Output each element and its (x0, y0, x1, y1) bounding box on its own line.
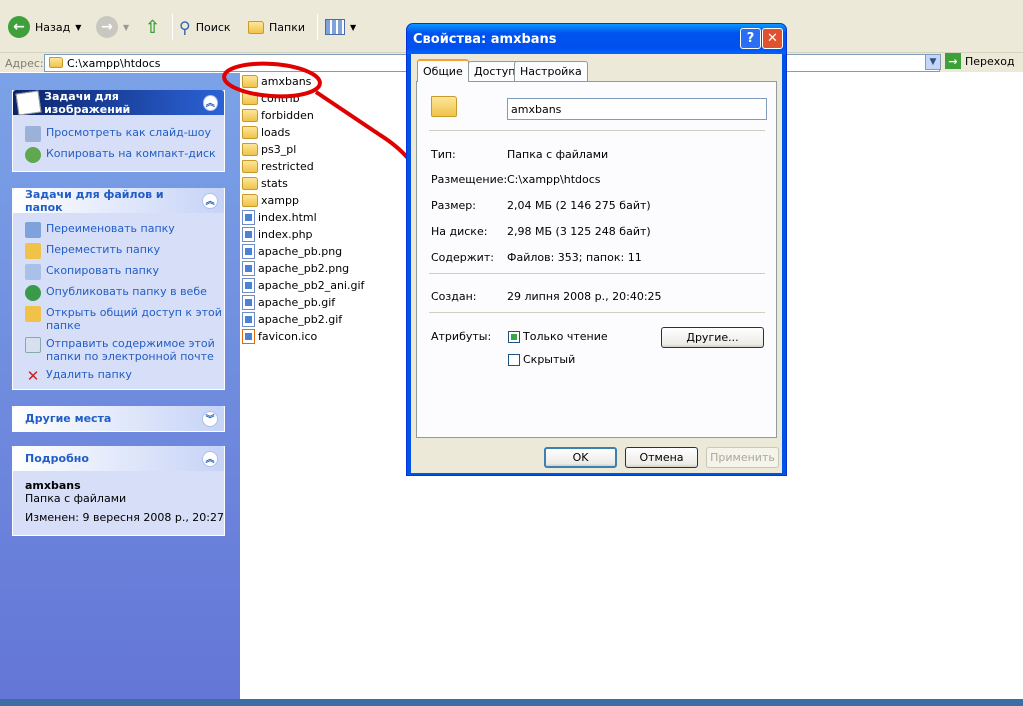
contains-label: Содержит: (431, 251, 494, 264)
size-value: 2,04 МБ (2 146 275 байт) (507, 199, 651, 212)
tab-general-label: Общие (423, 65, 463, 78)
tab-customize[interactable]: Настройка (514, 61, 588, 81)
attributes-label: Атрибуты: (431, 330, 492, 343)
readonly-checkbox[interactable] (508, 331, 520, 343)
close-icon[interactable]: ✕ (762, 28, 783, 49)
tab-customize-label: Настройка (520, 65, 582, 78)
dialog-title: Свойства: amxbans (413, 32, 557, 47)
advanced-button[interactable]: Другие... (661, 327, 764, 348)
hidden-label: Скрытый (523, 353, 576, 366)
help-icon[interactable]: ? (740, 28, 761, 49)
annotation-circle-folder (222, 61, 322, 99)
created-label: Создан: (431, 290, 477, 303)
divider (429, 130, 765, 131)
tab-sharing-label: Доступ (474, 65, 516, 78)
disk-label: На диске: (431, 225, 488, 238)
properties-dialog: Свойства: amxbans ? ✕ Общие Доступ Настр… (406, 23, 787, 476)
apply-label: Применить (710, 451, 775, 464)
type-label: Тип: (431, 148, 456, 161)
created-value: 29 липня 2008 р., 20:40:25 (507, 290, 662, 303)
size-label: Размер: (431, 199, 476, 212)
dialog-titlebar[interactable]: Свойства: amxbans (407, 24, 786, 54)
ok-label: OK (572, 451, 589, 464)
location-label: Размещение: (431, 173, 508, 186)
tab-general[interactable]: Общие (417, 59, 469, 82)
dialog-body: Общие Доступ Настройка Тип: Папка с файл… (411, 54, 782, 473)
apply-button[interactable]: Применить (706, 447, 779, 468)
readonly-label: Только чтение (523, 330, 608, 343)
folder-name-input[interactable] (507, 98, 767, 120)
explorer-window: ← Назад ▼ → ▼ ⇧ ⚲ Поиск Папки ▼ Адрес: C… (0, 0, 1023, 706)
divider (429, 273, 765, 274)
hidden-checkbox[interactable] (508, 354, 520, 366)
general-page: Тип: Папка с файлами Размещение: C:\xamp… (416, 81, 777, 438)
divider (429, 312, 765, 313)
location-value: C:\xampp\htdocs (507, 173, 601, 186)
ok-button[interactable]: OK (544, 447, 617, 468)
folder-icon (431, 96, 457, 117)
type-value: Папка с файлами (507, 148, 609, 161)
cancel-button[interactable]: Отмена (625, 447, 698, 468)
disk-value: 2,98 МБ (3 125 248 байт) (507, 225, 651, 238)
cancel-label: Отмена (639, 451, 684, 464)
contains-value: Файлов: 353; папок: 11 (507, 251, 642, 264)
advanced-button-label: Другие... (686, 331, 739, 344)
